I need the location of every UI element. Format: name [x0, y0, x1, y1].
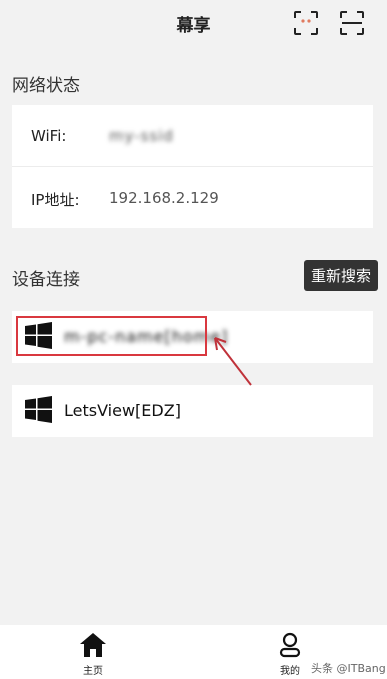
device-connection-heading: 设备连接	[12, 270, 80, 290]
network-info-card: WiFi: my-ssid IP地址: 192.168.2.129	[12, 105, 373, 228]
device-name: LetsView[EDZ]	[64, 401, 181, 420]
ip-label: IP地址:	[31, 191, 80, 209]
network-status-heading: 网络状态	[12, 76, 80, 96]
scan-icon[interactable]	[339, 10, 365, 36]
watermark: 头条 @ITBang	[311, 662, 386, 675]
tab-home[interactable]: 主页	[63, 625, 123, 679]
app-header: 幕享	[0, 0, 387, 46]
ip-row: IP地址: 192.168.2.129	[12, 167, 373, 228]
profile-icon	[279, 632, 301, 658]
research-button[interactable]: 重新搜索	[304, 260, 378, 291]
device-name: m-pc-name[home]	[64, 327, 229, 346]
wifi-value: my-ssid	[109, 127, 174, 145]
device-item[interactable]: LetsView[EDZ]	[12, 385, 373, 437]
wifi-label: WiFi:	[31, 127, 67, 145]
face-scan-icon[interactable]	[293, 10, 319, 36]
tab-home-label: 主页	[83, 666, 103, 677]
page-title: 幕享	[176, 16, 211, 36]
ip-value: 192.168.2.129	[109, 189, 219, 207]
home-icon	[80, 633, 106, 657]
device-item[interactable]: m-pc-name[home]	[12, 311, 373, 363]
windows-icon	[25, 322, 52, 349]
windows-icon	[25, 396, 52, 423]
wifi-row: WiFi: my-ssid	[12, 105, 373, 166]
